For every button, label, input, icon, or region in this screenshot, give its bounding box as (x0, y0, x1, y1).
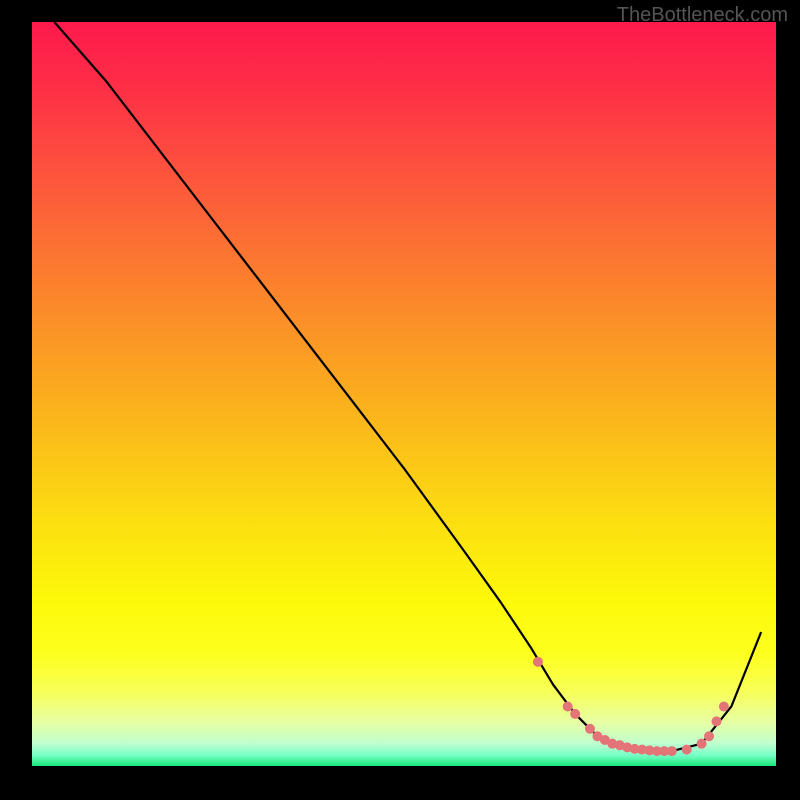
chart-container: TheBottleneck.com (0, 0, 800, 800)
plot-area (32, 22, 776, 766)
watermark-text: TheBottleneck.com (617, 4, 788, 27)
chart-svg (32, 22, 776, 766)
